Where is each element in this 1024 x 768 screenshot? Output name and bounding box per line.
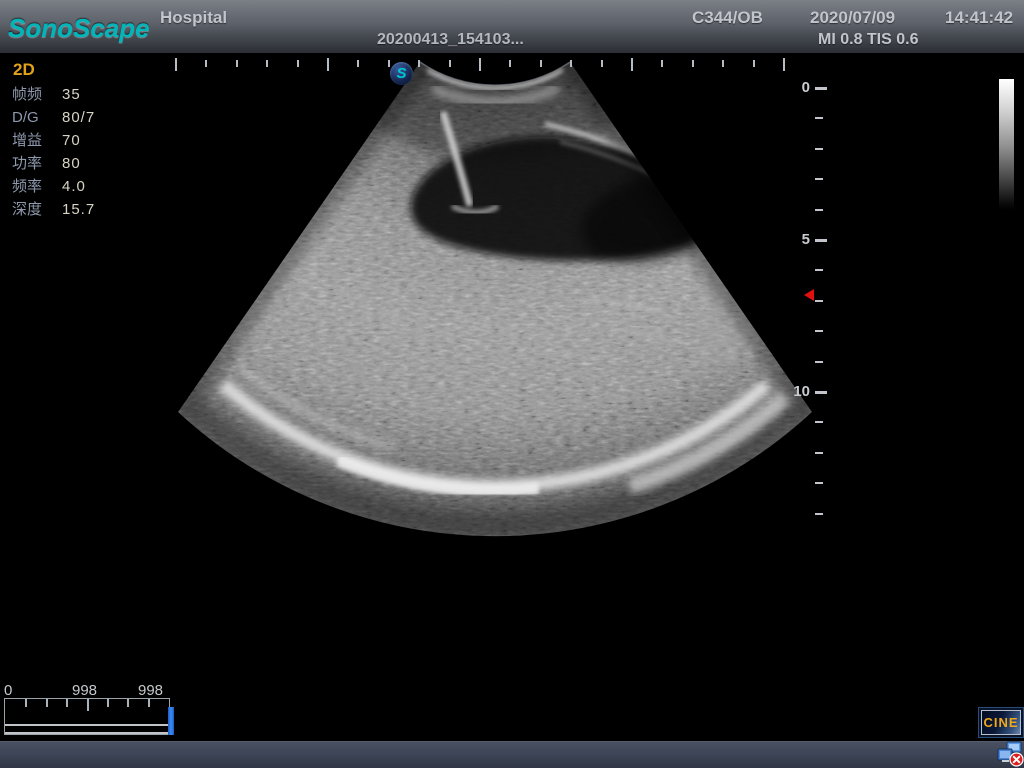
- ruler-tick: [783, 58, 785, 71]
- param-value: 70: [62, 129, 81, 152]
- ruler-tick: [661, 60, 663, 67]
- mi-tis-indicator: MI 0.8 TIS 0.6: [818, 31, 918, 49]
- param-row-frequency: 频率 4.0: [12, 175, 95, 198]
- ruler-tick: [449, 60, 451, 67]
- param-label: 帧频: [12, 83, 62, 106]
- ultrasound-screen: SonoScape Hospital C344/OB 2020/07/09 14…: [0, 0, 1024, 768]
- ruler-tick: [722, 60, 724, 67]
- hospital-name: Hospital: [160, 8, 227, 28]
- depth-tick: [815, 117, 823, 119]
- depth-tick: [815, 239, 827, 242]
- param-row-dg: D/G 80/7: [12, 106, 95, 129]
- brand-logo: SonoScape: [8, 13, 150, 44]
- cine-button[interactable]: CINE: [978, 707, 1024, 738]
- param-row-depth: 深度 15.7: [12, 198, 95, 221]
- depth-tick: [815, 391, 827, 394]
- depth-tick: [815, 148, 823, 150]
- probe-preset-label: C344/OB: [692, 8, 763, 28]
- ruler-tick: [388, 60, 390, 67]
- ruler-tick: [266, 60, 268, 67]
- ruler-tick: [601, 60, 603, 67]
- scrub-tick: [148, 699, 150, 707]
- bottom-bar: [0, 741, 1024, 768]
- cine-scrub-track[interactable]: [4, 698, 170, 735]
- param-label: D/G: [12, 106, 62, 129]
- ruler-tick: [631, 58, 633, 71]
- ruler-tick: [692, 60, 694, 67]
- depth-tick: [815, 361, 823, 363]
- cine-scrub-groove: [5, 724, 169, 734]
- param-value: 4.0: [62, 175, 86, 198]
- param-label: 深度: [12, 198, 62, 221]
- ruler-tick: [753, 60, 755, 67]
- ruler-tick: [297, 60, 299, 67]
- cine-current-frame: 998: [72, 682, 97, 699]
- param-value: 80/7: [62, 106, 95, 129]
- cine-scrub-thumb[interactable]: [168, 707, 174, 735]
- scrub-tick: [87, 699, 89, 711]
- param-label: 功率: [12, 152, 62, 175]
- focus-marker-icon: [804, 289, 814, 301]
- depth-tick: [815, 178, 823, 180]
- depth-tick: [815, 330, 823, 332]
- param-label: 频率: [12, 175, 62, 198]
- probe-orientation-marker: S: [390, 62, 413, 85]
- ruler-tick: [509, 60, 511, 67]
- ruler-tick: [540, 60, 542, 67]
- param-row-power: 功率 80: [12, 152, 95, 175]
- depth-tick: [815, 513, 823, 515]
- ruler-tick: [357, 60, 359, 67]
- depth-tick: [815, 300, 823, 302]
- cine-button-label: CINE: [981, 710, 1021, 735]
- exam-time: 14:41:42: [945, 8, 1013, 28]
- cine-total-frames: 998: [138, 682, 163, 699]
- depth-tick: [815, 87, 827, 90]
- exam-date: 2020/07/09: [810, 8, 895, 28]
- exam-filename: 20200413_154103...: [377, 31, 524, 49]
- ruler-tick: [327, 58, 329, 71]
- network-status-icon[interactable]: [997, 740, 1024, 767]
- param-value: 15.7: [62, 198, 95, 221]
- depth-label: 0: [770, 79, 810, 96]
- ruler-tick: [418, 60, 420, 67]
- depth-tick: [815, 452, 823, 454]
- scrub-tick: [66, 699, 68, 707]
- scrub-tick: [107, 699, 109, 707]
- cine-scrubber: 0 998 998: [4, 682, 180, 736]
- depth-tick: [815, 209, 823, 211]
- depth-tick: [815, 482, 823, 484]
- param-label: 增益: [12, 129, 62, 152]
- cine-start-frame: 0: [4, 682, 12, 699]
- ruler-tick: [175, 58, 177, 71]
- param-row-frame-rate: 帧频 35: [12, 83, 95, 106]
- ruler-tick: [205, 60, 207, 67]
- ruler-tick: [570, 60, 572, 67]
- ruler-tick: [479, 58, 481, 71]
- scrub-tick: [25, 699, 27, 707]
- param-value: 35: [62, 83, 81, 106]
- mode-label: 2D: [13, 60, 35, 80]
- ruler-tick: [236, 60, 238, 67]
- depth-tick: [815, 421, 823, 423]
- scrub-tick: [46, 699, 48, 707]
- depth-label: 10: [770, 383, 810, 400]
- param-row-gain: 增益 70: [12, 129, 95, 152]
- scrub-tick: [127, 699, 129, 707]
- depth-label: 5: [770, 231, 810, 248]
- param-value: 80: [62, 152, 81, 175]
- param-panel: 帧频 35 D/G 80/7 增益 70 功率 80 频率 4.0 深度 15.…: [12, 83, 95, 221]
- ultrasound-image: [0, 0, 1024, 768]
- depth-tick: [815, 269, 823, 271]
- grayscale-bar: [999, 79, 1014, 210]
- header-bar: SonoScape Hospital C344/OB 2020/07/09 14…: [0, 0, 1024, 53]
